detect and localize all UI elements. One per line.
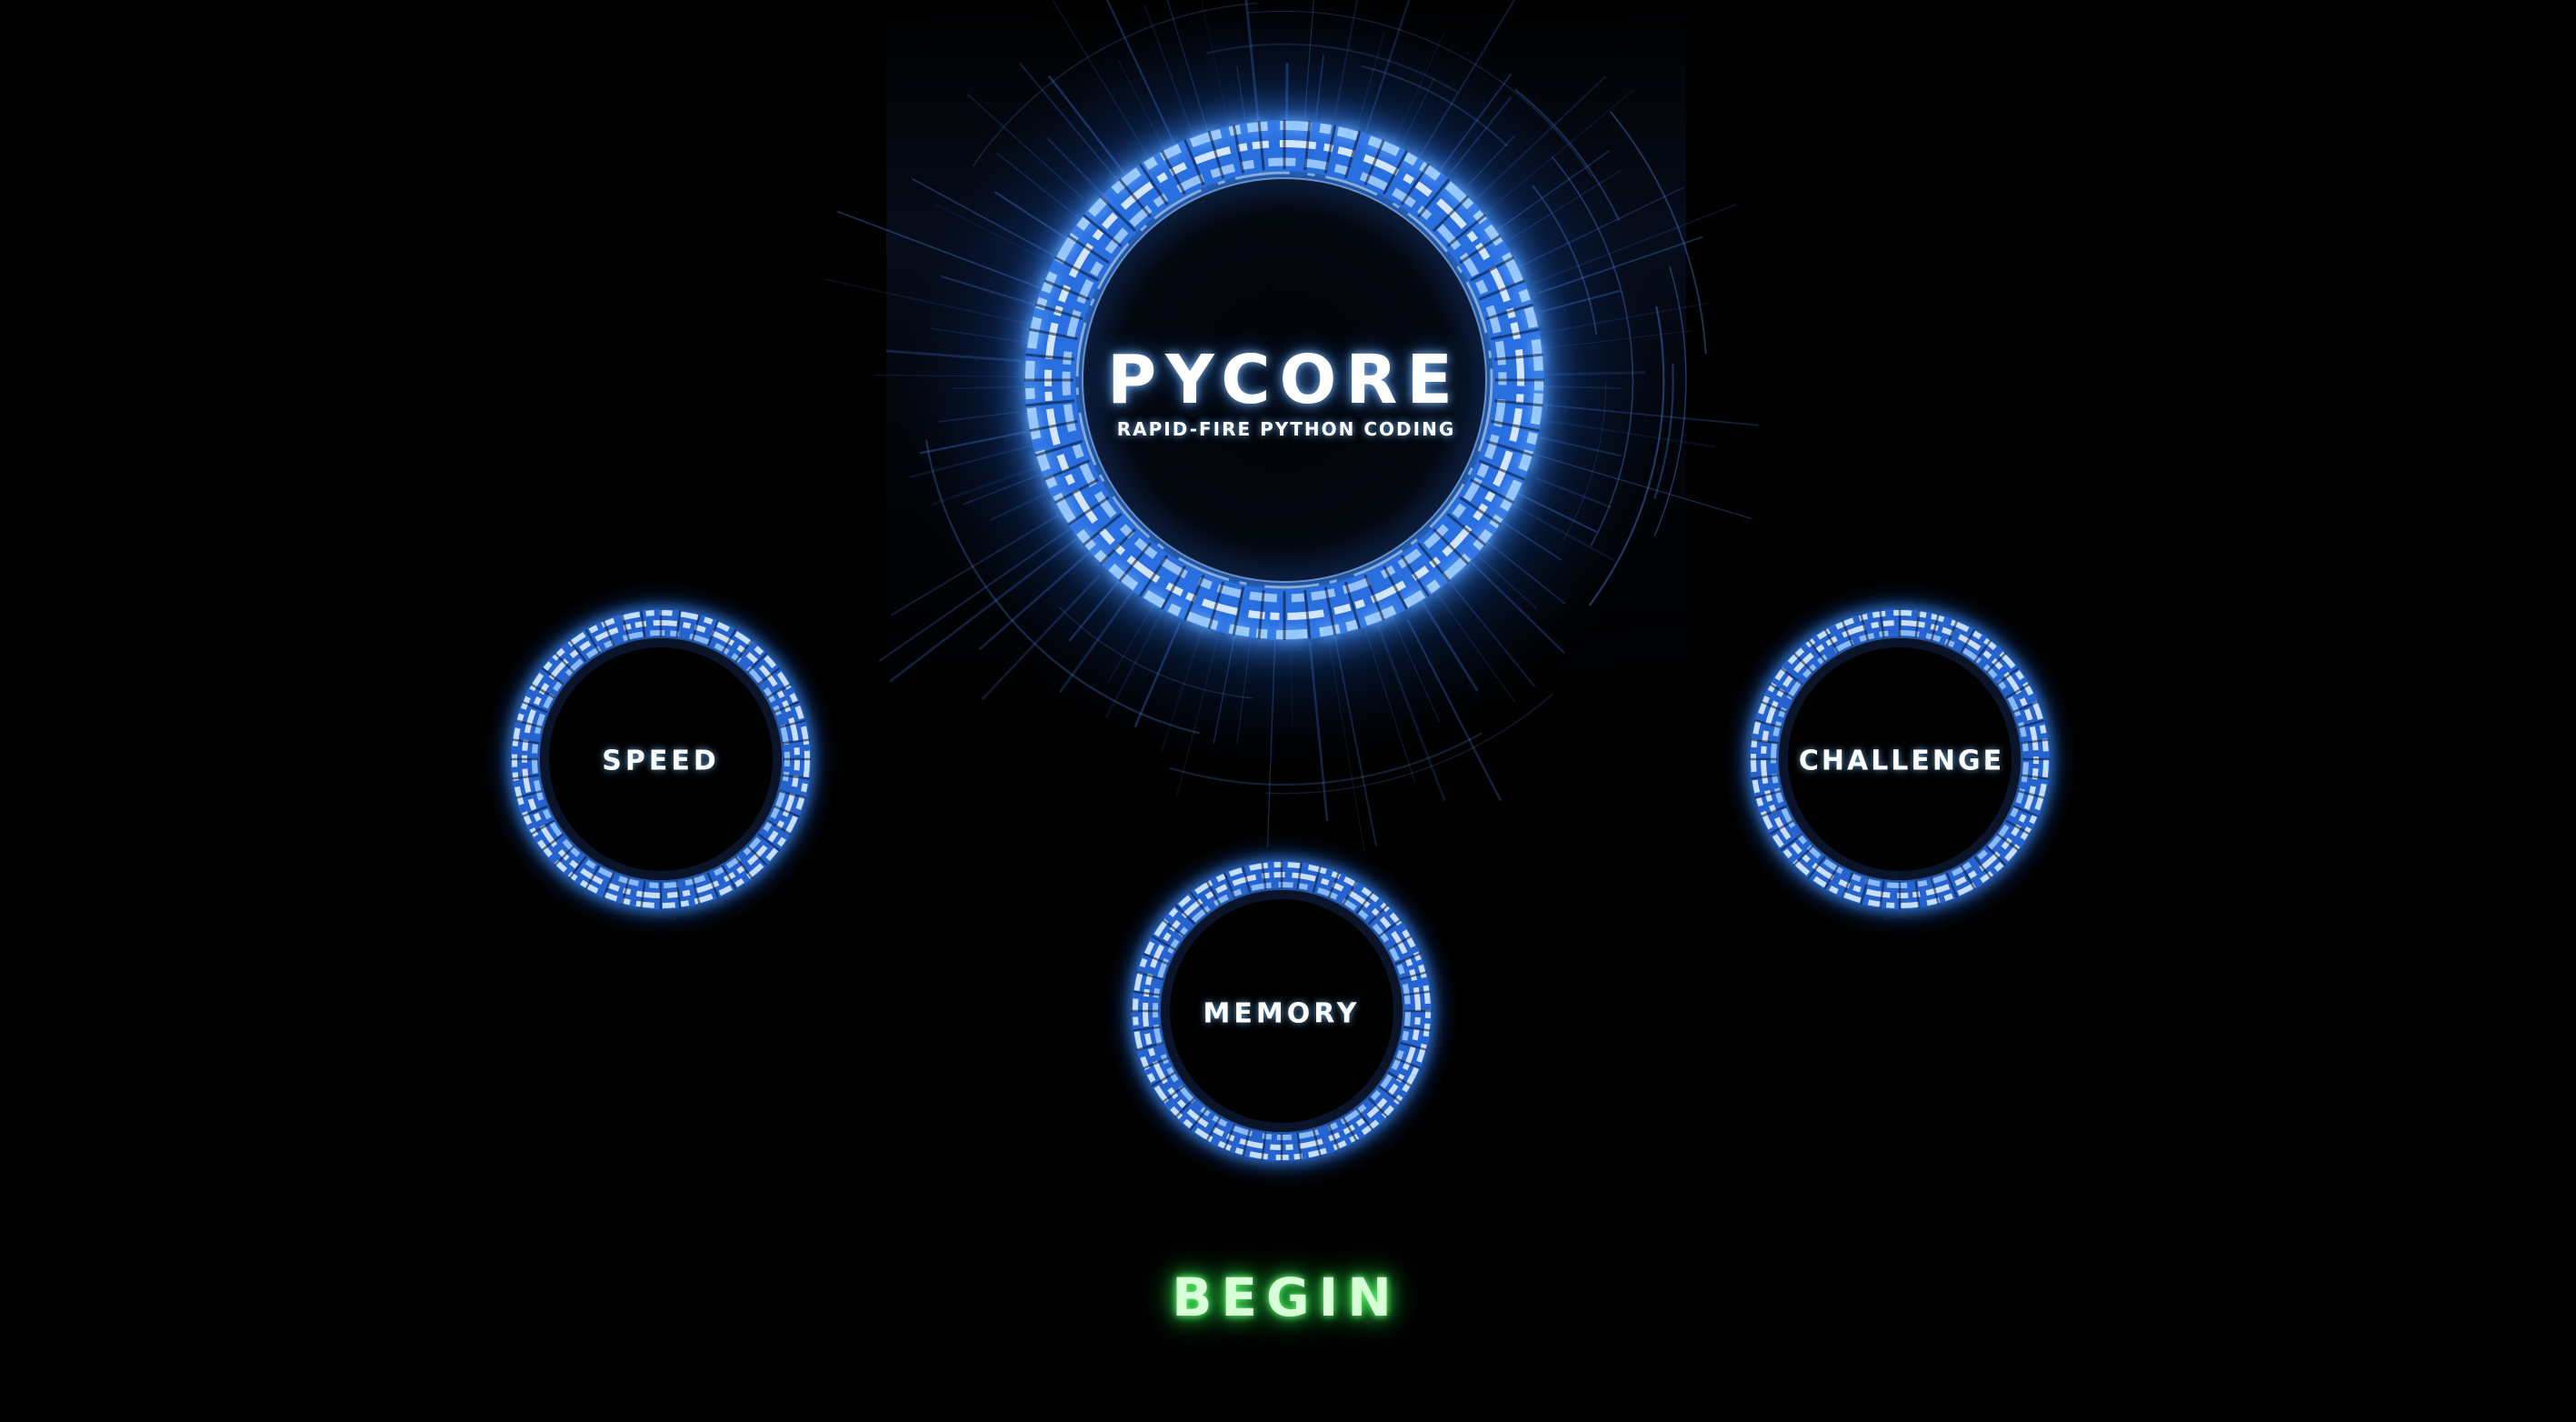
ring-graphics: [479, 0, 2082, 1193]
speed-mode-label: SPEED: [602, 745, 720, 777]
begin-button[interactable]: BEGIN: [1172, 1267, 1401, 1328]
main-menu-screen: PYCORE RAPID-FIRE PYTHON CODING SPEED CH…: [0, 0, 2576, 1422]
game-title: PYCORE: [1107, 341, 1462, 419]
challenge-mode-label: CHALLENGE: [1798, 745, 2005, 777]
memory-mode-label: MEMORY: [1203, 997, 1361, 1030]
game-subtitle: RAPID-FIRE PYTHON CODING: [1116, 418, 1456, 440]
